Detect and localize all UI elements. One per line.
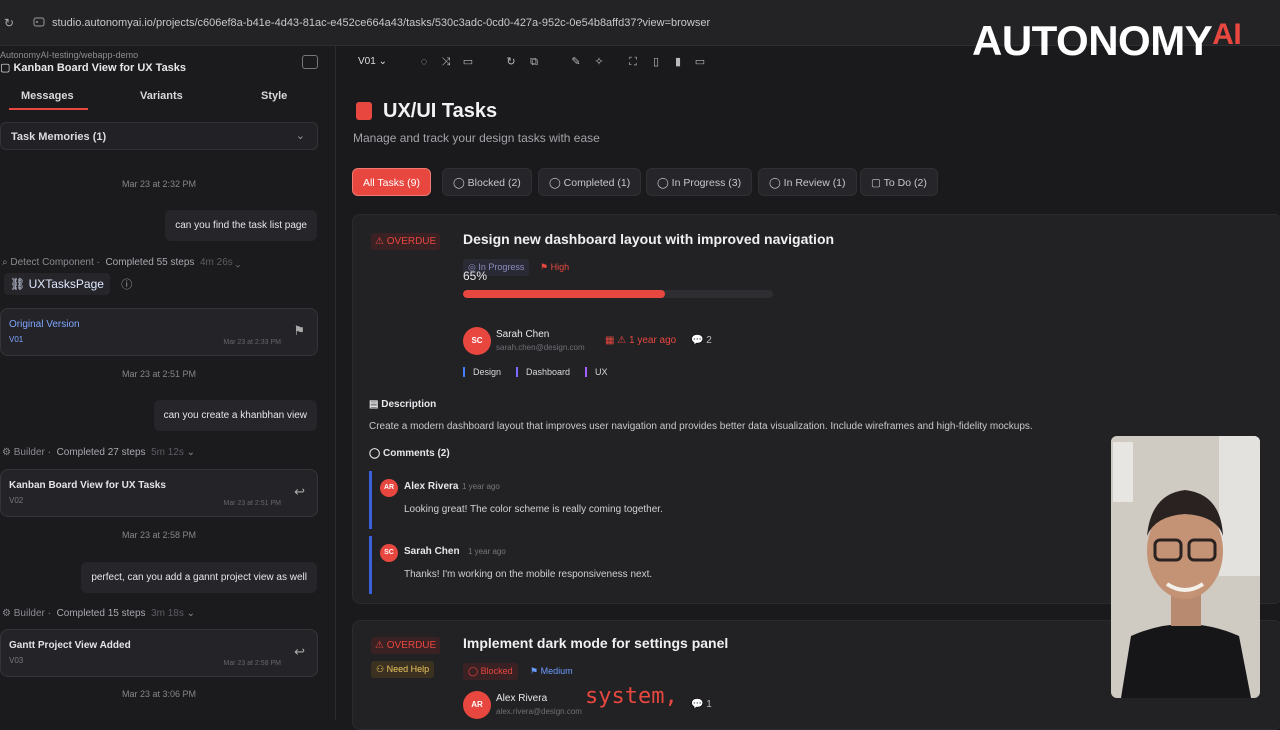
comment-count: 💬 2 xyxy=(691,335,712,346)
task-title[interactable]: Design new dashboard layout with improve… xyxy=(463,231,834,247)
sidebar-tabs: Messages Variants Style xyxy=(0,84,336,110)
collapse-sidebar-icon[interactable] xyxy=(302,55,318,69)
overdue-badge: ⚠ OVERDUE xyxy=(371,233,441,250)
tablet-view-icon[interactable]: ▮ xyxy=(671,55,685,69)
version-card-v01[interactable]: Original Version V01 Mar 23 at 2:33 PM ⚑ xyxy=(0,308,318,356)
filter-in-progress[interactable]: ◯ In Progress (3) xyxy=(646,168,753,196)
comment-author: Alex Rivera xyxy=(404,481,459,492)
page-title: UX/UI Tasks xyxy=(383,100,498,122)
presenter-video xyxy=(1111,436,1260,698)
comment-author: Sarah Chen xyxy=(404,546,460,557)
comment-text: Thanks! I'm working on the mobile respon… xyxy=(404,569,653,580)
project-path: AutonomyAI-testing/webapp-demo xyxy=(0,50,139,60)
avatar: AR xyxy=(463,691,491,719)
page-name: Kanban Board View for UX Tasks xyxy=(0,61,186,74)
message-timestamp: Mar 23 at 2:32 PM xyxy=(121,179,197,189)
document-icon: ▤ xyxy=(369,399,379,410)
info-icon[interactable]: ⓘ xyxy=(121,279,132,291)
message-timestamp: Mar 23 at 2:51 PM xyxy=(121,369,197,379)
flag-icon[interactable]: ⚑ xyxy=(293,323,305,339)
progress-fill xyxy=(463,290,665,298)
tab-messages[interactable]: Messages xyxy=(9,90,88,110)
task-description: Create a modern dashboard layout that im… xyxy=(369,421,1033,432)
due-date: ▦ ⚠ 1 year ago xyxy=(605,335,677,346)
chevron-down-icon: ⌄ xyxy=(295,130,305,142)
tag: UX xyxy=(585,367,608,377)
filter-in-review[interactable]: ◯ In Review (1) xyxy=(758,168,857,196)
chat-sidebar: AutonomyAI-testing/webapp-demo Kanban Bo… xyxy=(0,46,336,720)
avatar: AR xyxy=(380,479,398,497)
tab-style[interactable]: Style xyxy=(261,90,287,102)
user-message: perfect, can you add a gannt project vie… xyxy=(81,562,317,593)
tab-variants[interactable]: Variants xyxy=(140,90,183,102)
avatar: SC xyxy=(380,544,398,562)
tag: Design xyxy=(463,367,501,377)
task-title[interactable]: Implement dark mode for settings panel xyxy=(463,635,728,651)
tag: Dashboard xyxy=(516,367,570,377)
open-external-icon[interactable]: ⧉ xyxy=(527,55,541,69)
mobile-view-icon[interactable]: ▯ xyxy=(649,55,663,69)
version-card-v03[interactable]: Gantt Project View Added V03 Mar 23 at 2… xyxy=(0,629,318,677)
filter-all-tasks[interactable]: All Tasks (9) xyxy=(352,168,431,196)
fullscreen-icon[interactable]: ⛶ xyxy=(626,55,640,69)
monitor-icon[interactable]: ▭ xyxy=(461,55,475,69)
task-memories-label: Task Memories (1) xyxy=(11,131,107,143)
edit-icon[interactable]: ✎ xyxy=(569,55,583,69)
progress-percent: 65% xyxy=(463,269,488,283)
assignee-email: alex.rivera@design.com xyxy=(496,707,582,716)
overdue-badge: ⚠ OVERDUE xyxy=(371,637,441,654)
message-timestamp: Mar 23 at 3:06 PM xyxy=(121,689,197,699)
speech-bubble-icon: ◯ xyxy=(369,448,381,459)
desktop-view-icon[interactable]: ▭ xyxy=(693,55,707,69)
avatar: SC xyxy=(463,327,491,355)
comment-count: 💬 1 xyxy=(691,699,712,710)
calendar-icon: ▦ xyxy=(605,335,615,346)
version-select[interactable]: V01 ⌄ xyxy=(358,56,387,67)
subtitle-caption: system, xyxy=(585,684,678,709)
user-message: can you create a khanbhan view xyxy=(153,400,317,431)
comment-time: 1 year ago xyxy=(468,547,506,556)
clipboard-icon xyxy=(356,102,372,120)
version-card-v02[interactable]: Kanban Board View for UX Tasks V02 Mar 2… xyxy=(0,469,318,517)
agent-step-row[interactable]: ⌕ Detect Component · Completed 55 steps … xyxy=(2,257,240,268)
builder-icon: ⚙ xyxy=(2,608,11,619)
user-message: can you find the task list page xyxy=(165,210,317,241)
comments-heading: ◯ Comments (2) xyxy=(369,448,450,459)
status-badge: ◯ Blocked xyxy=(463,663,518,680)
link-icon: ⛓ xyxy=(10,277,26,291)
site-settings-icon[interactable] xyxy=(33,16,45,28)
builder-icon: ⚙ xyxy=(2,447,11,458)
need-help-badge: ⚇ Need Help xyxy=(371,661,435,678)
magnify-icon: ⌕ xyxy=(2,257,8,268)
progress-bar xyxy=(463,290,773,298)
webcam-overlay xyxy=(1111,436,1260,698)
undo-icon[interactable]: ↩ xyxy=(294,484,305,500)
page-subtitle: Manage and track your design tasks with … xyxy=(353,131,600,145)
magic-icon[interactable]: ✧ xyxy=(592,55,606,69)
comment-time: 1 year ago xyxy=(462,482,500,491)
priority-badge: ⚑ High xyxy=(540,262,570,272)
filter-to-do[interactable]: ▢ To Do (2) xyxy=(860,168,938,196)
preview-toolbar: V01 ⌄ ◌ ⤨ ▭ ↻ ⧉ ✎ ✧ ⛶ ▯ ▮ ▭ xyxy=(336,46,1280,78)
priority-badge: ⚑ Medium xyxy=(530,666,573,676)
filter-blocked[interactable]: ◯ Blocked (2) xyxy=(442,168,532,196)
undo-icon[interactable]: ↩ xyxy=(294,644,305,660)
url-text[interactable]: studio.autonomyai.io/projects/c606ef8a-b… xyxy=(52,17,710,29)
refresh-icon[interactable]: ↻ xyxy=(504,55,518,69)
shuffle-icon[interactable]: ⤨ xyxy=(439,55,453,69)
task-memories-dropdown[interactable]: Task Memories (1) ⌄ xyxy=(0,122,318,150)
comment-text: Looking great! The color scheme is reall… xyxy=(404,504,663,515)
component-link[interactable]: ⛓ UXTasksPage ⓘ xyxy=(4,273,132,295)
message-timestamp: Mar 23 at 2:58 PM xyxy=(121,530,197,540)
agent-step-row[interactable]: ⚙ Builder · Completed 15 steps 3m 18s ⌄ xyxy=(2,608,195,619)
reload-icon[interactable]: ↻ xyxy=(4,16,14,30)
assignee-name: Alex Rivera xyxy=(496,693,548,704)
assignee-name: Sarah Chen xyxy=(496,329,550,340)
agent-step-row[interactable]: ⚙ Builder · Completed 27 steps 5m 12s ⌄ xyxy=(2,447,195,458)
assignee-email: sarah.chen@design.com xyxy=(496,343,585,352)
filter-completed[interactable]: ◯ Completed (1) xyxy=(538,168,642,196)
comment-icon[interactable]: ◌ xyxy=(417,55,431,69)
description-heading: ▤ Description xyxy=(369,399,437,410)
